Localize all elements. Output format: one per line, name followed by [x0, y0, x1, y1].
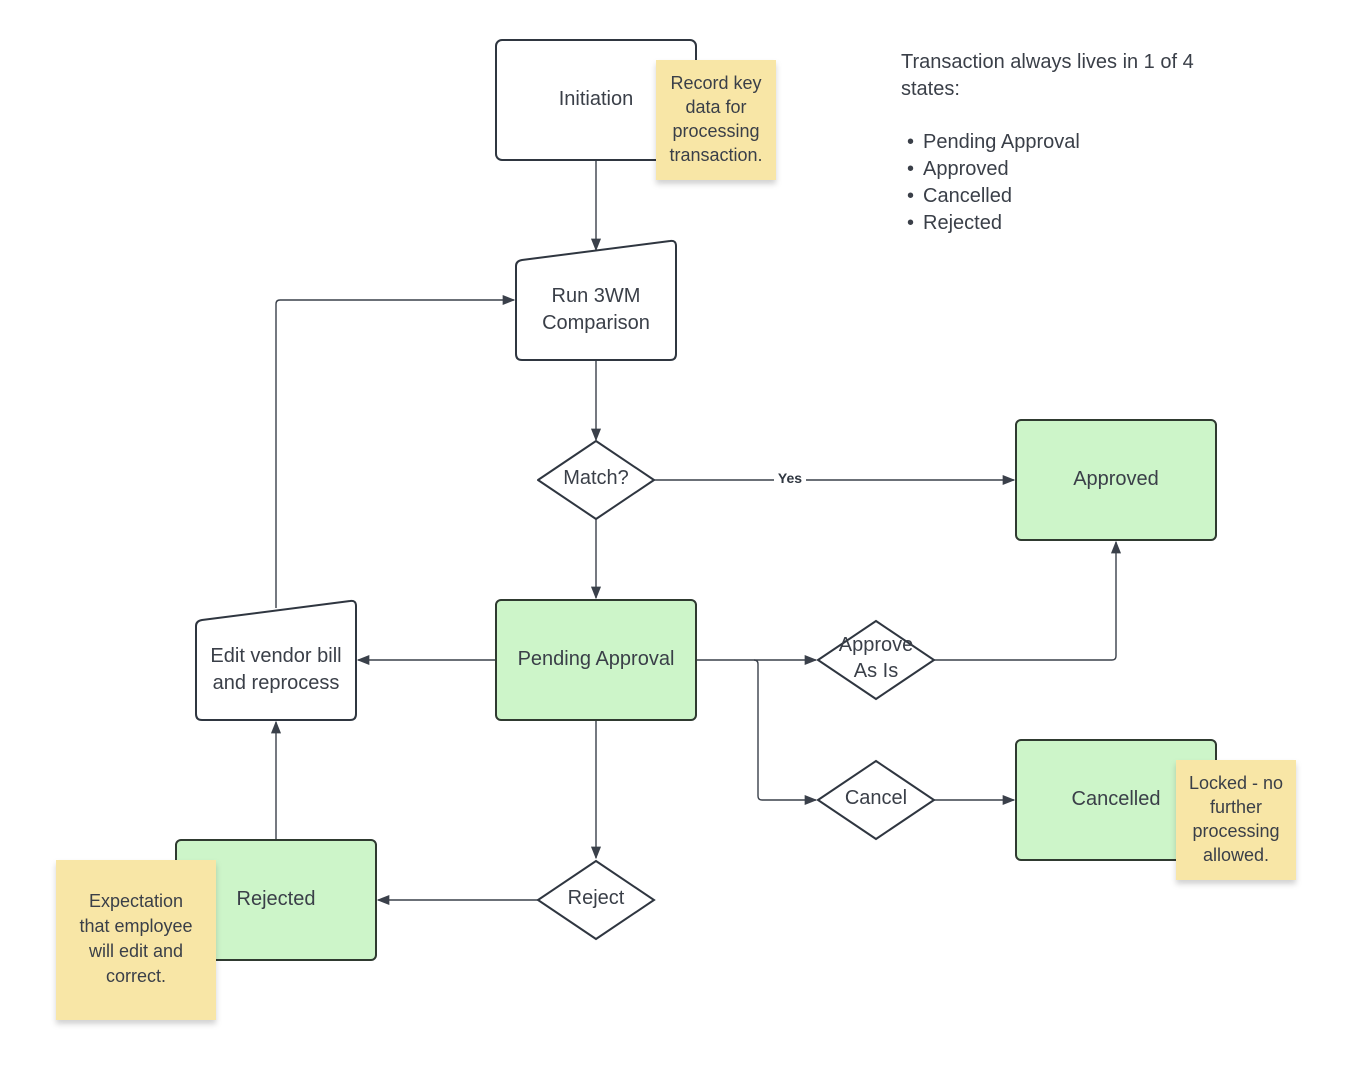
- decision-reject[interactable]: Reject: [536, 859, 656, 941]
- flowchart: Yes Initiation Record key data for proce…: [56, 39, 1296, 1020]
- edge-pending-cancel[interactable]: [753, 659, 818, 806]
- state-list-item: Cancelled: [923, 185, 1012, 207]
- node-label: Approved: [1073, 468, 1159, 490]
- state-list-item: Approved: [923, 158, 1009, 180]
- decision-match[interactable]: Match?: [537, 440, 655, 520]
- node-label: Pending Approval: [518, 648, 675, 670]
- node-run-3wm-comparison[interactable]: Run 3WM Comparison: [515, 239, 677, 361]
- sticky-line: processing: [672, 121, 759, 141]
- bullet-icon: •: [907, 185, 914, 207]
- sticky-line: correct.: [106, 966, 166, 986]
- node-label: Run 3WM: [552, 285, 641, 307]
- bullet-icon: •: [907, 212, 914, 234]
- node-label: and reprocess: [213, 672, 340, 694]
- state-pending-approval[interactable]: Pending Approval: [495, 599, 697, 721]
- sticky-line: transaction.: [669, 145, 762, 165]
- state-approved[interactable]: Approved: [1015, 419, 1217, 541]
- node-label: Rejected: [237, 888, 316, 910]
- state-list-item: Pending Approval: [923, 131, 1080, 153]
- sticky-line: Record key: [670, 73, 761, 93]
- node-edit-vendor-bill[interactable]: Edit vendor bill and reprocess: [195, 599, 357, 721]
- node-label: Initiation: [559, 88, 634, 110]
- sticky-note-cancelled[interactable]: Locked - no further processing allowed.: [1176, 760, 1296, 880]
- node-label: Approve: [839, 634, 914, 656]
- node-label: Cancel: [845, 787, 907, 809]
- sticky-line: Expectation: [89, 891, 183, 911]
- sticky-line: will edit and: [88, 941, 183, 961]
- edge-approve-approved[interactable]: [934, 540, 1122, 661]
- sticky-line: further: [1210, 797, 1262, 817]
- node-label: As Is: [854, 660, 898, 682]
- note-line: states:: [901, 78, 960, 100]
- bullet-icon: •: [907, 131, 914, 153]
- edges: Yes: [270, 160, 1122, 906]
- decision-approve-as-is[interactable]: Approve As Is: [816, 619, 936, 701]
- node-label: Edit vendor bill: [210, 645, 341, 667]
- bullet-icon: •: [907, 158, 914, 180]
- sticky-line: data for: [685, 97, 746, 117]
- node-label: Comparison: [542, 312, 650, 334]
- sticky-line: that employee: [79, 916, 192, 936]
- node-label: Match?: [563, 467, 629, 489]
- sticky-line: processing: [1192, 821, 1279, 841]
- decision-cancel[interactable]: Cancel: [816, 759, 936, 841]
- edge-edit-run[interactable]: [275, 294, 516, 608]
- edge-label-yes: Yes: [778, 470, 802, 486]
- sticky-note-rejected[interactable]: Expectation that employee will edit and …: [56, 860, 216, 1020]
- node-label: Reject: [568, 887, 625, 909]
- sticky-line: allowed.: [1203, 845, 1269, 865]
- note-line: Transaction always lives in 1 of 4: [901, 51, 1194, 73]
- state-list-item: Rejected: [923, 212, 1002, 234]
- states-note: Transaction always lives in 1 of 4 state…: [901, 51, 1194, 234]
- sticky-line: Locked - no: [1189, 773, 1283, 793]
- sticky-note-initiation[interactable]: Record key data for processing transacti…: [656, 60, 776, 180]
- node-label: Cancelled: [1072, 788, 1161, 810]
